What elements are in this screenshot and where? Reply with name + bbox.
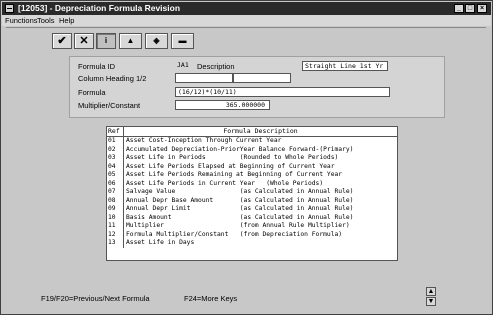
description-cell: Annual Depr Limit (as Calculated in Annu… — [126, 205, 354, 212]
description-cell: Asset Life in Days — [126, 239, 195, 246]
app-window: [12053] - Depreciation Formula Revision … — [0, 0, 493, 315]
cancel-x-icon[interactable]: ✕ — [74, 33, 94, 49]
list-item[interactable]: 09 Annual Depr Limit (as Calculated in An… — [107, 205, 397, 214]
ref-cell: 06 — [107, 179, 124, 188]
window-title: [12053] - Depreciation Formula Revision — [18, 3, 181, 13]
ref-cell: 07 — [107, 188, 124, 197]
list-item[interactable]: 04 Asset Life Periods Elapsed at Beginnin… — [107, 162, 397, 171]
description-cell: Annual Depr Base Amount (as Calculated i… — [126, 196, 354, 204]
description-cell: Salvage Value (as Calculated in Annual R… — [126, 188, 354, 195]
column-heading-1-field[interactable] — [175, 73, 233, 83]
delete-icon[interactable]: ▬ — [171, 33, 194, 49]
page-up-icon[interactable]: ▲ — [426, 287, 436, 296]
ref-cell: 08 — [107, 196, 124, 205]
menu-tools[interactable]: Tools — [37, 16, 55, 25]
description-cell: Asset Life Periods Elapsed at Beginning … — [126, 162, 335, 170]
description-cell: Asset Life Periods Remaining at Beginnin… — [126, 171, 343, 178]
description-cell: Multiplier (from Annual Rule Multiplier) — [126, 222, 350, 229]
toolbar: ✔ ✕ i ▲ ◈ ▬ — [2, 26, 491, 54]
description-cell: Basis Amount (as Calculated in Annual Ru… — [126, 213, 354, 221]
formula-id-field[interactable]: JA1 — [175, 61, 197, 71]
column-heading-2-field[interactable] — [233, 73, 291, 83]
ref-cell: 09 — [107, 205, 124, 214]
ref-cell: 05 — [107, 171, 124, 180]
ref-cell: 03 — [107, 154, 124, 163]
title-bar[interactable]: [12053] - Depreciation Formula Revision … — [2, 2, 491, 15]
column-heading-label: Column Heading 1/2 — [78, 74, 147, 83]
ok-check-icon[interactable]: ✔ — [52, 33, 72, 49]
list-header: Ref Formula Description — [107, 127, 397, 137]
formula-label: Formula — [78, 88, 106, 97]
list-item[interactable]: 06 Asset Life Periods in Current Year (Wh… — [107, 179, 397, 188]
ref-cell: 11 — [107, 222, 124, 231]
description-cell: Accumulated Depreciation-PriorYear Balan… — [126, 145, 354, 153]
list-item[interactable]: 03 Asset Life in Periods (Rounded to Whol… — [107, 154, 397, 163]
ref-cell: 02 — [107, 145, 124, 154]
description-cell: Asset Cost-Inception Through Current Yea… — [126, 137, 282, 144]
menu-help[interactable]: Help — [59, 16, 74, 25]
multiplier-field[interactable]: 365.000000 — [175, 100, 270, 110]
description-cell: Formula Multiplier/Constant (from Deprec… — [126, 230, 343, 238]
ref-cell: 10 — [107, 213, 124, 222]
add-icon[interactable]: ▲ — [119, 33, 142, 49]
function-keys-left: F19/F20=Previous/Next Formula — [41, 294, 150, 303]
ref-cell: 01 — [107, 137, 124, 146]
list-item[interactable]: 02 Accumulated Depreciation-PriorYear Bal… — [107, 145, 397, 154]
formula-field[interactable]: (16/12)*(10/11) — [175, 87, 390, 97]
page-down-icon[interactable]: ▼ — [426, 297, 436, 306]
list-item[interactable]: 05 Asset Life Periods Remaining at Beginn… — [107, 171, 397, 180]
description-label: Description — [197, 62, 235, 71]
description-cell: Asset Life in Periods (Rounded to Whole … — [126, 154, 339, 161]
ref-cell: 04 — [107, 162, 124, 171]
multiplier-label: Multiplier/Constant — [78, 101, 141, 110]
list-item[interactable]: 01 Asset Cost-Inception Through Current Y… — [107, 137, 397, 146]
inquire-icon[interactable]: i — [96, 33, 116, 49]
list-item[interactable]: 08 Annual Depr Base Amount (as Calculated… — [107, 196, 397, 205]
description-cell: Asset Life Periods in Current Year (Whol… — [126, 179, 324, 187]
function-keys-right: F24=More Keys — [184, 294, 238, 303]
description-field[interactable]: Straight Line 1st Yr — [302, 61, 388, 71]
formula-id-label: Formula ID — [78, 62, 116, 71]
list-item[interactable]: 12 Formula Multiplier/Constant (from Depr… — [107, 230, 397, 239]
menu-bar: Functions Tools Help — [2, 15, 491, 26]
toolbar-divider — [6, 27, 486, 28]
maximize-button[interactable]: □ — [465, 4, 475, 13]
list-item[interactable]: 10 Basis Amount (as Calculated in Annual … — [107, 213, 397, 222]
list-item[interactable]: 07 Salvage Value (as Calculated in Annual… — [107, 188, 397, 197]
list-item[interactable]: 11 Multiplier (from Annual Rule Multiplie… — [107, 222, 397, 231]
close-button[interactable]: × — [477, 4, 487, 13]
ref-cell: 12 — [107, 230, 124, 239]
formula-description-list: Ref Formula Description 01 Asset Cost-Inc… — [106, 126, 398, 261]
ref-column-header: Ref — [107, 127, 124, 137]
system-menu-icon[interactable] — [5, 4, 14, 13]
menu-functions[interactable]: Functions — [5, 16, 38, 25]
change-icon[interactable]: ◈ — [145, 33, 168, 49]
header-form: Formula ID JA1 Description Straight Line… — [69, 56, 445, 118]
ref-cell: 13 — [107, 239, 124, 248]
list-item[interactable]: 13 Asset Life in Days — [107, 239, 397, 248]
list-rows: 01 Asset Cost-Inception Through Current Y… — [107, 137, 397, 248]
minimize-button[interactable]: _ — [454, 4, 464, 13]
description-column-header: Formula Description — [223, 127, 298, 135]
